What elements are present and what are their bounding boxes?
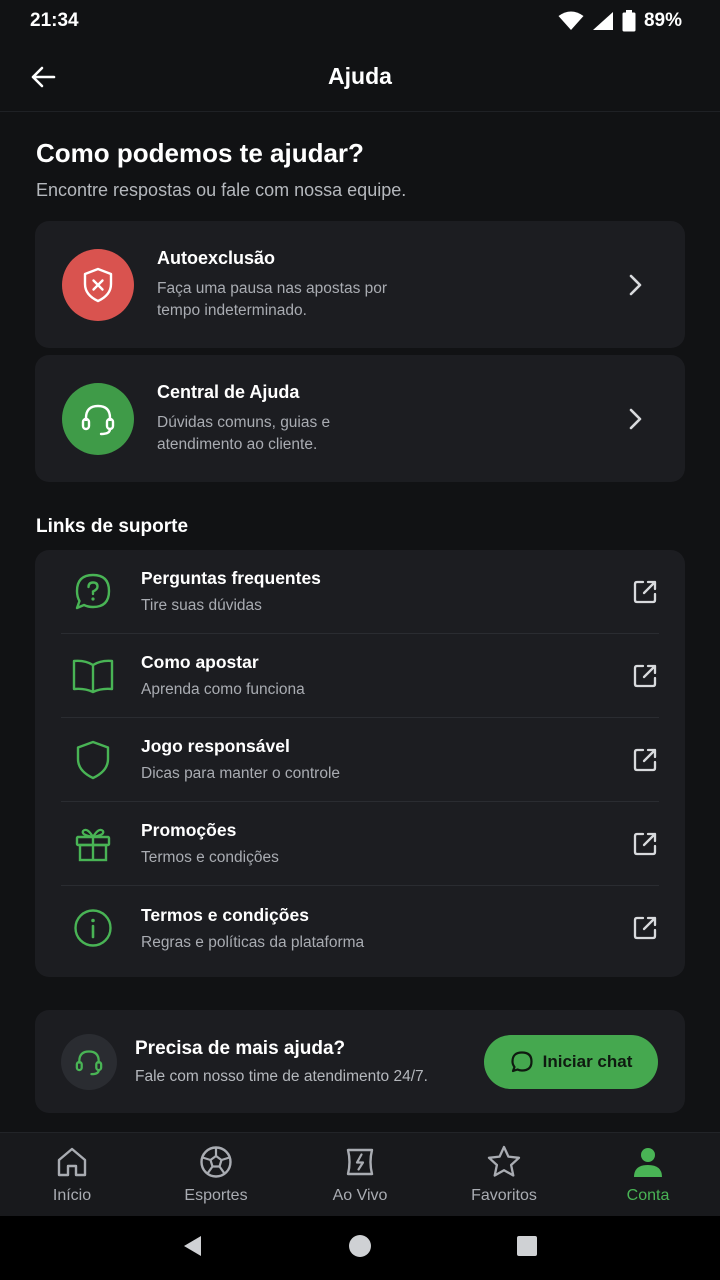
app-bar: Ajuda	[0, 42, 720, 112]
battery-percent: 89%	[643, 10, 682, 31]
recents-square-icon[interactable]	[514, 1233, 540, 1264]
external-link-icon	[625, 656, 665, 696]
bottom-nav: Início Esportes Ao Vivo Favoritos Conta	[0, 1132, 720, 1216]
link-how-to-bet-desc: Aprenda como funciona	[141, 681, 305, 698]
wifi-icon	[558, 11, 584, 30]
start-chat-label: Iniciar chat	[542, 1051, 633, 1071]
intro-title: Como podemos te ajudar?	[36, 138, 364, 168]
gift-icon	[63, 814, 123, 874]
self-exclusion-desc: Faça uma pausa nas apostas por tempo ind…	[157, 279, 388, 319]
help-center-title: Central de Ajuda	[157, 381, 300, 402]
system-nav-bar	[0, 1216, 720, 1280]
help-center-text: Central de Ajuda Dúvidas comuns, guias e…	[157, 382, 615, 456]
headset-icon	[75, 1049, 103, 1075]
live-icon	[341, 1143, 379, 1181]
soccer-ball-icon	[197, 1143, 235, 1181]
battery-icon	[622, 10, 636, 32]
nav-label-home: Início	[52, 1187, 92, 1204]
status-icons: 89%	[558, 10, 682, 32]
external-link-icon	[625, 908, 665, 948]
nav-label-favorites: Favoritos	[471, 1187, 537, 1204]
arrow-left-icon	[31, 66, 56, 88]
chat-bubble-icon	[511, 1050, 533, 1072]
nav-item-home[interactable]: Início	[0, 1133, 144, 1216]
more-help-title: Precisa de mais ajuda?	[135, 1037, 346, 1059]
question-bubble-icon	[63, 562, 123, 622]
self-exclusion-icon-circle	[62, 248, 134, 321]
page-title: Ajuda	[328, 63, 392, 89]
nav-label-sports: Esportes	[184, 1187, 248, 1204]
status-time: 21:34	[30, 10, 79, 31]
signal-icon	[592, 12, 613, 30]
help-center-desc: Dúvidas comuns, guias e atendimento ao c…	[157, 413, 331, 453]
more-help-desc: Fale com nosso time de atendimento 24/7.	[135, 1067, 428, 1085]
link-faq-title: Perguntas frequentes	[141, 568, 321, 588]
start-chat-button[interactable]: Iniciar chat	[484, 1034, 658, 1089]
nav-label-live: Ao Vivo	[332, 1187, 388, 1204]
more-help-card: Precisa de mais ajuda? Fale com nosso ti…	[35, 1010, 685, 1113]
link-responsible-gaming[interactable]: Jogo responsável Dicas para manter o con…	[61, 718, 659, 802]
star-icon	[485, 1143, 523, 1181]
back-triangle-icon[interactable]	[180, 1233, 206, 1264]
link-faq-desc: Tire suas dúvidas	[141, 597, 262, 614]
link-terms-desc: Regras e políticas da plataforma	[141, 933, 365, 951]
link-promotions-title: Promoções	[141, 820, 237, 840]
book-icon	[63, 646, 123, 706]
user-icon	[629, 1143, 667, 1181]
help-center-card[interactable]: Central de Ajuda Dúvidas comuns, guias e…	[35, 355, 685, 482]
external-link-icon	[625, 572, 665, 612]
support-links-title: Links de suporte	[36, 516, 189, 537]
chevron-right-icon	[615, 399, 655, 439]
headset-icon	[81, 404, 115, 435]
nav-item-favorites[interactable]: Favoritos	[432, 1133, 576, 1216]
back-button[interactable]	[26, 60, 60, 94]
link-faq[interactable]: Perguntas frequentes Tire suas dúvidas	[61, 550, 659, 634]
intro-subtitle: Encontre respostas ou fale com nossa equ…	[36, 180, 407, 200]
self-exclusion-card[interactable]: Autoexclusão Faça uma pausa nas apostas …	[35, 221, 685, 348]
link-promotions-desc: Termos e condições	[141, 849, 279, 866]
external-link-icon	[625, 740, 665, 780]
link-terms[interactable]: Termos e condições Regras e políticas da…	[61, 886, 659, 970]
link-responsible-gaming-title: Jogo responsável	[141, 736, 290, 756]
link-how-to-bet-title: Como apostar	[141, 652, 259, 672]
link-terms-title: Termos e condições	[141, 904, 309, 925]
external-link-icon	[625, 824, 665, 864]
link-responsible-gaming-desc: Dicas para manter o controle	[141, 765, 341, 782]
home-icon	[53, 1143, 91, 1181]
nav-item-sports[interactable]: Esportes	[144, 1133, 288, 1216]
info-icon	[63, 898, 123, 958]
link-promotions[interactable]: Promoções Termos e condições	[61, 802, 659, 886]
help-center-icon-circle	[62, 382, 134, 455]
support-avatar	[61, 1033, 117, 1090]
nav-label-account: Conta	[626, 1187, 670, 1204]
nav-item-account[interactable]: Conta	[576, 1133, 720, 1216]
nav-item-live[interactable]: Ao Vivo	[288, 1133, 432, 1216]
shield-x-icon	[83, 267, 113, 302]
self-exclusion-title: Autoexclusão	[157, 247, 276, 268]
home-circle-icon[interactable]	[347, 1233, 373, 1264]
link-how-to-bet[interactable]: Como apostar Aprenda como funciona	[61, 634, 659, 718]
shield-icon	[63, 730, 123, 790]
status-bar: 21:34 89%	[0, 0, 720, 42]
self-exclusion-text: Autoexclusão Faça uma pausa nas apostas …	[157, 248, 615, 322]
chevron-right-icon	[615, 265, 655, 305]
support-links-card: Perguntas frequentes Tire suas dúvidas C…	[35, 550, 685, 977]
